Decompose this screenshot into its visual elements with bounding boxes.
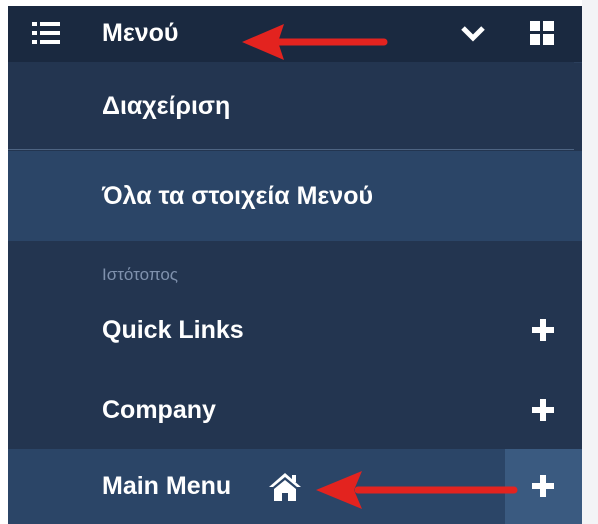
list-icon [32, 21, 60, 45]
nav-item-all-menu-items-label: Όλα τα στοιχεία Μενού [102, 182, 374, 210]
menu-item-main-menu-label: Main Menu [102, 472, 232, 500]
add-main-menu-item-button[interactable] [505, 449, 582, 524]
menu-item-company[interactable]: Company [8, 370, 582, 450]
menu-title: Μενού [102, 19, 179, 47]
grid-icon[interactable] [530, 21, 554, 45]
menu-item-quick-links-label: Quick Links [102, 316, 244, 344]
section-heading-site: Ιστότοπος [102, 265, 178, 284]
menu-header: Μενού [8, 6, 582, 63]
chevron-down-icon[interactable] [460, 22, 486, 44]
plus-icon [532, 475, 554, 497]
nav-item-all-menu-items[interactable]: Όλα τα στοιχεία Μενού [8, 151, 582, 241]
add-company-plus-icon[interactable] [532, 399, 554, 421]
nav-item-manage[interactable]: Διαχείριση [8, 62, 574, 150]
add-quick-links-plus-icon[interactable] [532, 319, 554, 341]
menu-item-company-label: Company [102, 396, 216, 424]
page-background [582, 0, 598, 524]
home-icon [268, 472, 302, 502]
menu-sidebar: Μενού Διαχείριση Όλα τα στοιχεία Μενού Ι… [8, 6, 582, 524]
menu-item-quick-links[interactable]: Quick Links [8, 290, 582, 370]
nav-item-manage-label: Διαχείριση [102, 92, 231, 120]
